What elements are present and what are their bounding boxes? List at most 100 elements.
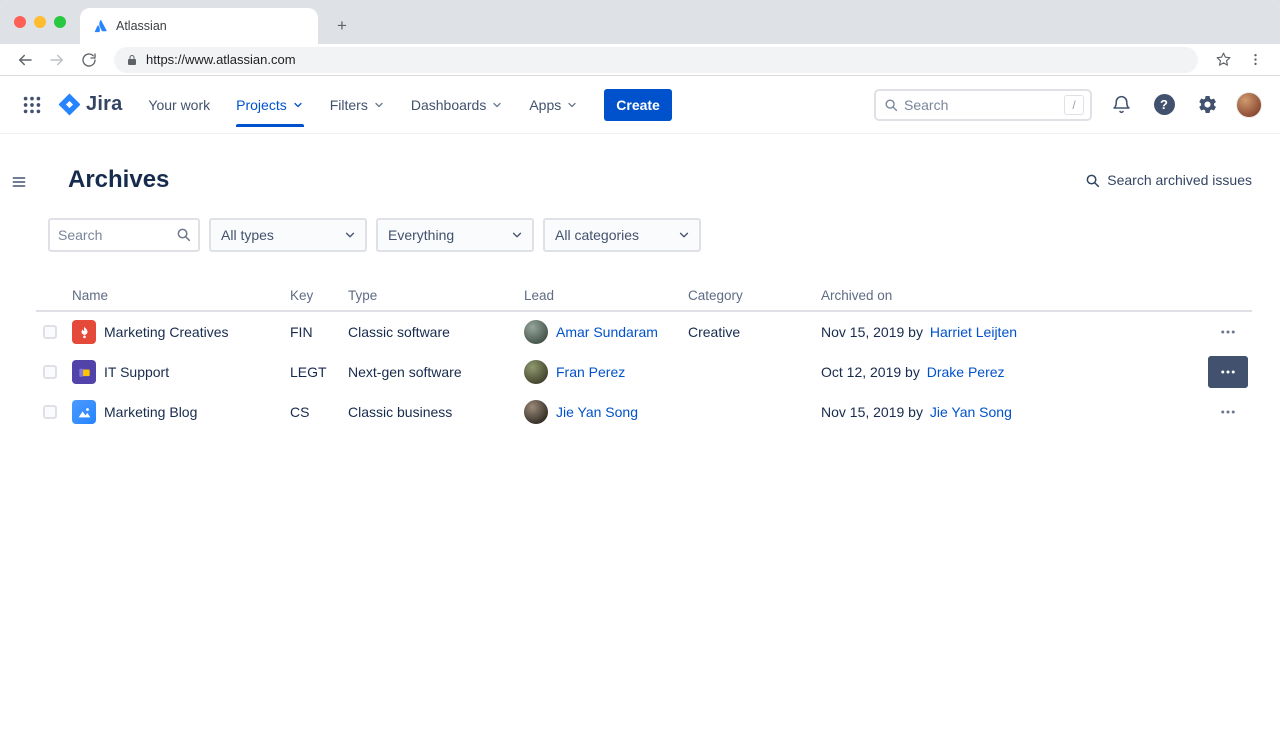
categories-filter-dropdown[interactable]: All categories	[543, 218, 701, 252]
row-checkbox[interactable]	[43, 405, 57, 419]
nav-label: Apps	[529, 97, 561, 113]
more-dots-icon	[1219, 323, 1237, 341]
project-key: FIN	[282, 324, 340, 340]
user-avatar[interactable]	[1236, 92, 1262, 118]
search-icon	[1085, 173, 1100, 188]
lead-link[interactable]: Jie Yan Song	[556, 404, 638, 420]
left-sidebar-rail	[0, 134, 36, 739]
lead-avatar	[524, 400, 548, 424]
lead-link[interactable]: Fran Perez	[556, 364, 625, 380]
header-actions: / ?	[874, 89, 1262, 121]
page-title: Archives	[68, 166, 169, 194]
table-row: Marketing Blog CS Classic business Jie Y…	[36, 392, 1252, 432]
types-filter-dropdown[interactable]: All types	[209, 218, 367, 252]
forward-arrow-icon	[48, 51, 66, 69]
search-archived-issues-link[interactable]: Search archived issues	[1085, 172, 1252, 188]
nav-filters[interactable]: Filters	[330, 91, 385, 119]
reload-icon	[81, 52, 97, 68]
creative-project-icon	[77, 325, 92, 340]
project-icon	[72, 360, 96, 384]
chevron-down-icon	[566, 99, 578, 111]
project-type: Classic software	[340, 324, 516, 340]
minimize-window-button[interactable]	[34, 16, 46, 28]
archived-date-text: Nov 15, 2019 by	[821, 324, 923, 340]
browser-tab-strip: Atlassian +	[0, 0, 1280, 44]
atlassian-favicon-icon	[94, 19, 108, 33]
row-more-button[interactable]	[1209, 317, 1247, 347]
search-icon	[176, 227, 191, 242]
close-window-button[interactable]	[14, 16, 26, 28]
create-button[interactable]: Create	[604, 89, 672, 121]
browser-toolbar: https://www.atlassian.com	[0, 44, 1280, 76]
lock-icon	[126, 54, 138, 66]
help-icon: ?	[1154, 94, 1175, 115]
archived-by-link[interactable]: Drake Perez	[927, 364, 1005, 380]
nav-dashboards[interactable]: Dashboards	[411, 91, 504, 119]
row-more-button[interactable]	[1209, 397, 1247, 427]
global-search[interactable]: /	[874, 89, 1092, 121]
apps-grid-icon	[21, 94, 43, 116]
project-name-link[interactable]: IT Support	[104, 364, 169, 380]
chevron-down-icon	[292, 99, 304, 111]
jira-app-header: Jira Your work Projects Filters Dashboar…	[0, 76, 1280, 134]
nav-label: Your work	[148, 97, 210, 113]
search-archived-label: Search archived issues	[1107, 172, 1252, 188]
everything-filter-dropdown[interactable]: Everything	[376, 218, 534, 252]
nav-label: Filters	[330, 97, 368, 113]
project-category: Creative	[680, 324, 813, 340]
project-icon	[72, 400, 96, 424]
help-button[interactable]: ?	[1150, 91, 1178, 119]
browser-tab[interactable]: Atlassian	[80, 8, 318, 44]
star-icon	[1215, 51, 1232, 68]
project-name-link[interactable]: Marketing Creatives	[104, 324, 229, 340]
back-button[interactable]	[10, 46, 40, 74]
support-project-icon	[77, 365, 92, 380]
settings-button[interactable]	[1193, 91, 1221, 119]
global-search-input[interactable]	[904, 97, 1058, 113]
nav-your-work[interactable]: Your work	[148, 91, 210, 119]
nav-apps[interactable]: Apps	[529, 91, 578, 119]
table-header-row: Name Key Type Lead Category Archived on	[36, 280, 1252, 312]
project-type: Classic business	[340, 404, 516, 420]
project-name-link[interactable]: Marketing Blog	[104, 404, 197, 420]
row-checkbox[interactable]	[43, 325, 57, 339]
zoom-window-button[interactable]	[54, 16, 66, 28]
more-dots-icon	[1219, 403, 1237, 421]
nav-label: Projects	[236, 97, 287, 113]
jira-logo[interactable]: Jira	[58, 93, 122, 116]
url-text: https://www.atlassian.com	[146, 52, 296, 67]
archived-projects-table: Name Key Type Lead Category Archived on …	[36, 280, 1252, 432]
chevron-down-icon	[343, 228, 357, 242]
primary-nav: Your work Projects Filters Dashboards Ap…	[148, 91, 578, 119]
lead-link[interactable]: Amar Sundaram	[556, 324, 658, 340]
project-key: LEGT	[282, 364, 340, 380]
sidebar-toggle-button[interactable]	[11, 174, 27, 190]
browser-menu-button[interactable]	[1240, 46, 1270, 74]
lead-avatar	[524, 320, 548, 344]
archived-by-link[interactable]: Jie Yan Song	[930, 404, 1012, 420]
column-header-category: Category	[680, 288, 813, 303]
photo-project-icon	[77, 405, 92, 420]
archived-by-link[interactable]: Harriet Leijten	[930, 324, 1017, 340]
reload-button[interactable]	[74, 46, 104, 74]
main-area: Archives Search archived issues All typ	[36, 134, 1280, 739]
chevron-down-icon	[510, 228, 524, 242]
column-header-type: Type	[340, 288, 516, 303]
bookmark-star-button[interactable]	[1208, 46, 1238, 74]
forward-button[interactable]	[42, 46, 72, 74]
project-type: Next-gen software	[340, 364, 516, 380]
filter-bar: All types Everything All categories	[48, 218, 1252, 252]
notifications-button[interactable]	[1107, 91, 1135, 119]
gear-icon	[1197, 94, 1218, 115]
new-tab-button[interactable]: +	[332, 16, 352, 36]
nav-projects[interactable]: Projects	[236, 91, 304, 119]
column-header-name: Name	[64, 288, 282, 303]
row-more-button[interactable]	[1208, 356, 1248, 388]
app-switcher-button[interactable]	[16, 89, 48, 121]
jira-logo-icon	[58, 93, 81, 116]
address-bar[interactable]: https://www.atlassian.com	[114, 47, 1198, 73]
categories-filter-value: All categories	[555, 227, 639, 243]
row-checkbox[interactable]	[43, 365, 57, 379]
back-arrow-icon	[16, 51, 34, 69]
jira-logo-text: Jira	[86, 93, 122, 116]
